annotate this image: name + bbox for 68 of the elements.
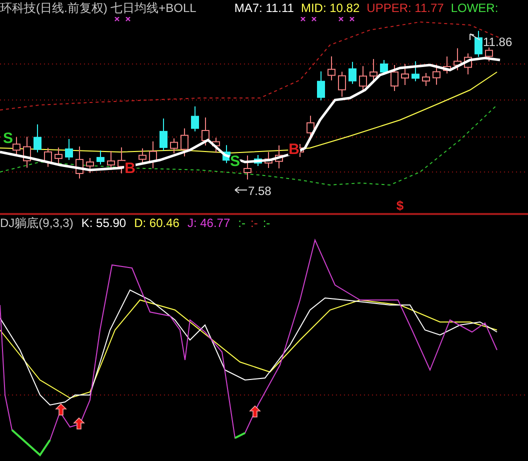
candlestick: [118, 146, 126, 174]
j-line-highlight: [234, 432, 246, 439]
up-arrow-icon: [55, 403, 67, 416]
chart-title: 环科技(日线.前复权) 七日均线+BOLL: [0, 0, 196, 17]
candlestick: [317, 70, 325, 101]
candlestick: [212, 137, 220, 154]
cross-icon: [300, 17, 306, 22]
indicator-title: DJ躺底(9,3,3): [0, 215, 74, 232]
candlestick: [244, 155, 252, 180]
candlestick: [222, 144, 230, 164]
candlestick: [359, 66, 367, 92]
candlestick: [401, 64, 409, 86]
up-arrow-icon: [73, 417, 85, 430]
candlestick: [86, 158, 94, 174]
cross-icon: [338, 17, 344, 22]
candlestick: [474, 30, 482, 58]
indicator-value: J: 46.77: [187, 215, 230, 232]
candlestick: [202, 117, 210, 146]
candlestick: [96, 150, 104, 165]
candlestick: [138, 148, 146, 165]
cross-icon: [311, 17, 317, 22]
candlestick: [348, 61, 356, 84]
sell-signal: S: [3, 130, 13, 147]
candlestick: [264, 152, 272, 169]
cross-icon: [349, 17, 355, 22]
candlestick: [328, 56, 336, 81]
candlestick: [160, 118, 168, 151]
low-price-label: 7.58: [248, 184, 272, 198]
arrow-icon: [234, 186, 248, 194]
candlestick: [380, 60, 388, 76]
candlestick: [454, 48, 462, 71]
cross-icon: [114, 17, 120, 22]
candlestick: [23, 136, 31, 168]
indicator-value: K: 55.90: [81, 215, 126, 232]
candlestick: [443, 56, 451, 74]
candlestick: [390, 64, 398, 92]
candlestick: [338, 71, 346, 98]
high-price-label: 11.86: [483, 35, 512, 49]
indicator-value: LOWER:: [450, 0, 498, 17]
up-arrow-icon: [249, 405, 261, 418]
indicator-value: UPPER: 11.77: [366, 0, 444, 17]
candlestick: [254, 154, 262, 167]
candlestick: [149, 140, 157, 169]
indicator-value: D: 60.46: [134, 215, 180, 232]
candlestick: [44, 147, 52, 168]
candlestick: [432, 64, 440, 86]
signal-label: :-: [250, 215, 258, 232]
candlestick: [412, 60, 420, 82]
signal-label: :-: [262, 215, 270, 232]
indicator-value: MID: 10.82: [300, 0, 360, 17]
arrow-icon: [470, 34, 480, 40]
sell-signal: $: [396, 198, 404, 213]
candlestick: [464, 52, 472, 75]
candlestick: [275, 144, 283, 169]
candlestick: [107, 150, 115, 170]
signal-label: :-: [238, 215, 246, 232]
candlestick: [180, 128, 188, 157]
candlestick: [422, 72, 430, 86]
candlestick: [12, 136, 20, 156]
j-line-highlight: [11, 429, 51, 457]
candlestick: [191, 106, 199, 132]
candlestick: [54, 146, 62, 166]
candlestick: [170, 138, 178, 154]
indicator-value: MA7: 11.11: [234, 0, 294, 17]
candlestick: [34, 124, 42, 153]
cross-icon: [125, 17, 131, 22]
candlestick: [76, 146, 84, 179]
candlestick: [65, 138, 73, 160]
